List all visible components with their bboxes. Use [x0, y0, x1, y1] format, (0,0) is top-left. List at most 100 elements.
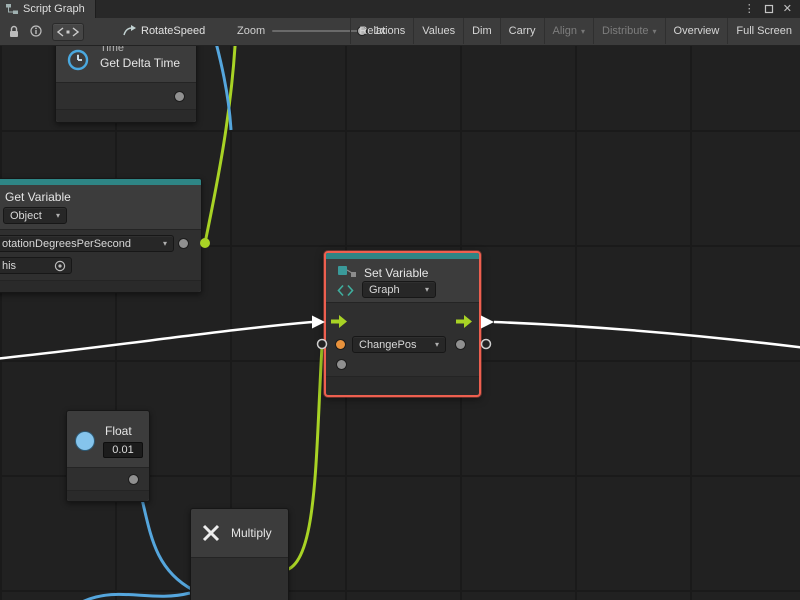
node-title: Get Variable [5, 190, 71, 204]
toolbar-buttons: Relations Values Dim Carry Align ▾ Distri… [350, 18, 800, 44]
align-label: Align [553, 25, 577, 37]
node-header: Float 0.01 [67, 411, 149, 467]
float-value: 0.01 [112, 444, 133, 456]
node-footer [0, 280, 201, 292]
variable-scope-dropdown[interactable]: Graph ▾ [362, 281, 436, 298]
dropdown-arrow-icon: ▾ [425, 285, 429, 294]
node-header: Get Variable Object ▾ [0, 185, 201, 229]
node-footer [67, 490, 149, 501]
node-header: Multiply [191, 509, 288, 557]
info-icon [30, 25, 42, 37]
clock-icon [66, 48, 90, 72]
variable-name-label: ChangePos [359, 339, 417, 351]
graph-toolbar: RotateSpeed Zoom 1x Relations Values Dim… [0, 18, 800, 46]
graph-scope-icon [337, 284, 354, 297]
node-footer [56, 109, 196, 122]
node-title: Get Delta Time [100, 56, 180, 70]
flow-output-port[interactable] [456, 315, 472, 328]
dim-button[interactable]: Dim [463, 18, 500, 44]
object-picker-icon[interactable] [54, 260, 66, 272]
wire-flow-in[interactable] [0, 322, 312, 359]
node-multiply[interactable]: Multiply A A × B B [190, 508, 289, 600]
inspect-button[interactable] [28, 18, 44, 44]
variable-value-port[interactable] [179, 239, 188, 248]
overview-button[interactable]: Overview [665, 18, 728, 44]
graph-title: RotateSpeed [122, 18, 205, 44]
float-icon [76, 432, 94, 450]
dim-label: Dim [472, 25, 492, 37]
node-header: Set Variable Graph ▾ [326, 259, 479, 302]
align-button[interactable]: Align ▾ [544, 18, 593, 44]
value-output-port[interactable] [456, 340, 465, 349]
variable-name-dropdown[interactable]: otationDegreesPerSecond ▾ [0, 235, 174, 252]
node-title: Float [105, 424, 132, 438]
object-target-label: his [2, 260, 16, 272]
node-body: A A × B B [191, 557, 288, 600]
overview-label: Overview [674, 25, 720, 37]
distribute-dropdown-arrow-icon: ▾ [653, 27, 657, 36]
carry-label: Carry [509, 25, 536, 37]
node-body: otationDegreesPerSecond ▾ his [0, 229, 201, 280]
multiply-icon [201, 523, 221, 543]
tab-script-graph[interactable]: Script Graph [0, 0, 96, 18]
window-maximize-icon[interactable] [764, 4, 774, 14]
wire-flow-out[interactable] [494, 322, 800, 348]
scope-label: Graph [369, 284, 400, 296]
variable-name-dropdown[interactable]: ChangePos ▾ [352, 336, 446, 353]
node-float-literal[interactable]: Float 0.01 [66, 410, 150, 502]
node-body [56, 82, 196, 109]
values-button[interactable]: Values [413, 18, 463, 44]
node-get-delta-time[interactable]: Time Get Delta Time [55, 45, 197, 123]
window-menu-icon[interactable]: ⋮ [744, 4, 755, 15]
lock-icon [8, 25, 20, 38]
wire-blue-bottom[interactable] [82, 593, 190, 600]
node-body [67, 467, 149, 490]
node-title: Set Variable [364, 266, 428, 280]
variable-name-label: otationDegreesPerSecond [2, 238, 131, 250]
zoom-label: Zoom [237, 25, 265, 37]
script-graph-icon [6, 4, 18, 14]
graph-title-label: RotateSpeed [141, 25, 205, 37]
node-body: ChangePos ▾ [326, 302, 479, 376]
object-target-field[interactable]: his [0, 257, 72, 274]
window-controls: ⋮ ✕ [744, 0, 800, 18]
fallback-port[interactable] [337, 360, 346, 369]
wire-green-variable[interactable] [205, 45, 236, 243]
relations-label: Relations [359, 25, 405, 37]
node-header: Time Get Delta Time [56, 45, 196, 82]
distribute-label: Distribute [602, 25, 648, 37]
unity-editor-window: Script Graph ⋮ ✕ [0, 0, 800, 600]
node-footer [326, 376, 479, 395]
delta-time-output-port[interactable] [175, 92, 184, 101]
node-title: Multiply [231, 526, 272, 540]
value-preview-toggle[interactable] [52, 23, 84, 41]
node-category: Time [100, 45, 180, 54]
fullscreen-button[interactable]: Full Screen [727, 18, 800, 44]
dropdown-arrow-icon: ▾ [163, 239, 167, 248]
values-label: Values [422, 25, 455, 37]
maximize-glyph [764, 4, 774, 14]
distribute-button[interactable]: Distribute ▾ [593, 18, 664, 44]
code-preview-icon [57, 27, 79, 37]
align-dropdown-arrow-icon: ▾ [581, 27, 585, 36]
graph-asset-icon [122, 25, 136, 37]
dropdown-arrow-icon: ▾ [435, 340, 439, 349]
lock-button[interactable] [6, 18, 22, 44]
scope-label: Object [10, 210, 42, 222]
window-close-icon[interactable]: ✕ [783, 4, 792, 15]
node-set-variable-selected[interactable]: Set Variable Graph ▾ [324, 251, 481, 397]
fullscreen-label: Full Screen [736, 25, 792, 37]
tab-title: Script Graph [23, 3, 85, 15]
float-value-field[interactable]: 0.01 [103, 442, 143, 458]
graph-canvas[interactable]: Time Get Delta Time Get Variable Object … [0, 45, 800, 600]
flow-input-port[interactable] [331, 315, 347, 328]
float-output-port[interactable] [129, 475, 138, 484]
dropdown-arrow-icon: ▾ [56, 211, 60, 220]
variable-scope-dropdown[interactable]: Object ▾ [3, 207, 67, 224]
value-input-port[interactable] [336, 340, 345, 349]
set-variable-icon [337, 265, 357, 279]
relations-button[interactable]: Relations [350, 18, 413, 44]
carry-button[interactable]: Carry [500, 18, 544, 44]
tab-bar: Script Graph ⋮ ✕ [0, 0, 800, 19]
node-get-variable[interactable]: Get Variable Object ▾ otationDegreesPerS… [0, 178, 202, 293]
